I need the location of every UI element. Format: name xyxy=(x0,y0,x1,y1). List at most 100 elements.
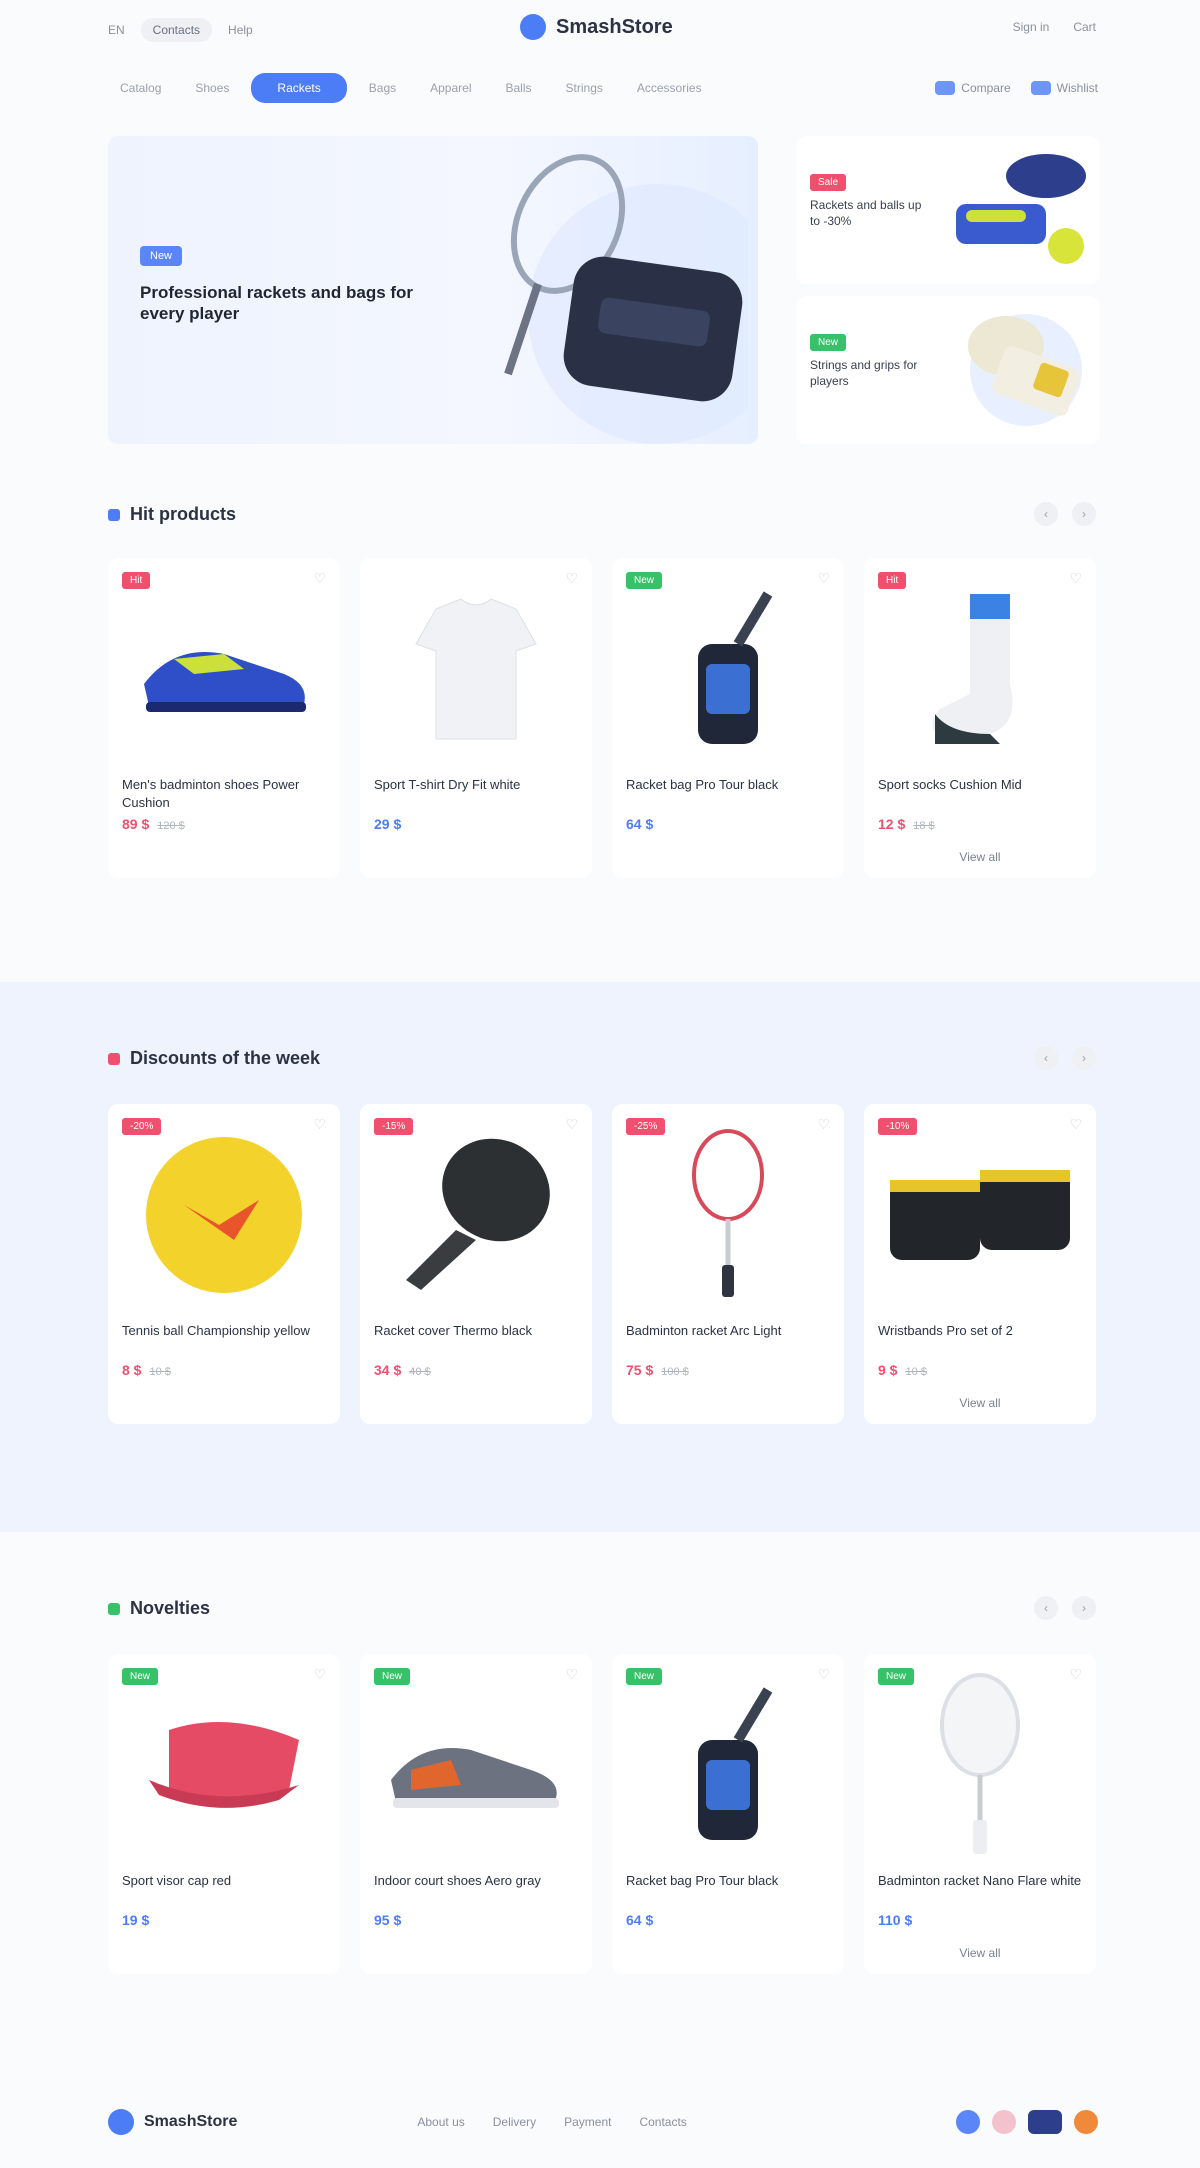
footer-brand[interactable]: SmashStore xyxy=(108,2109,237,2135)
product-name[interactable]: Badminton racket Arc Light xyxy=(626,1322,830,1356)
compare-button[interactable]: Compare xyxy=(935,81,1011,95)
nav-item[interactable]: Rackets xyxy=(251,73,347,103)
section-accent-icon xyxy=(108,508,120,521)
old-price: 40 $ xyxy=(409,1366,431,1378)
section-title: Discounts of the week xyxy=(108,1048,320,1069)
brand-logo[interactable]: SmashStore xyxy=(520,14,673,40)
promo-card-sale[interactable]: Sale Rackets and balls up to -30% xyxy=(796,136,1100,284)
wristband-image xyxy=(878,1130,1082,1300)
product-badge: -20% xyxy=(122,1118,162,1135)
product-card[interactable]: ♡ Sport T-shirt Dry Fit white 29 $ xyxy=(360,558,592,878)
heart-icon[interactable]: ♡ xyxy=(817,1116,830,1133)
product-name[interactable]: Badminton racket Nano Flare white xyxy=(878,1872,1082,1906)
prev-arrow-icon[interactable]: ‹ xyxy=(1034,1046,1058,1070)
product-card[interactable]: -10% ♡ Wristbands Pro set of 2 9 $ 10 $ View … xyxy=(864,1104,1096,1424)
next-arrow-icon[interactable]: › xyxy=(1072,502,1096,526)
product-name[interactable]: Wristbands Pro set of 2 xyxy=(878,1322,1082,1356)
product-card[interactable]: New ♡ Racket bag Pro Tour black 64 $ xyxy=(612,1654,844,1974)
sign-in-link[interactable]: Sign in xyxy=(1013,20,1050,34)
view-all-link[interactable]: View all xyxy=(878,850,1082,864)
top-left-links: EN Contacts Help xyxy=(108,18,253,42)
nav-item[interactable]: Balls xyxy=(494,74,544,102)
product-card[interactable]: Hit ♡ Sport socks Cushion Mid 12 $ 18 $ View … xyxy=(864,558,1096,878)
heart-icon[interactable]: ♡ xyxy=(565,570,578,587)
prev-arrow-icon[interactable]: ‹ xyxy=(1034,1596,1058,1620)
hero-banner[interactable]: New Professional rackets and bags for ev… xyxy=(108,136,758,444)
heart-icon[interactable]: ♡ xyxy=(817,1666,830,1683)
nav-item[interactable]: Accessories xyxy=(625,74,714,102)
price-value: 29 $ xyxy=(374,816,402,832)
heart-icon[interactable]: ♡ xyxy=(313,1666,326,1683)
view-all-link[interactable]: View all xyxy=(878,1396,1082,1410)
heart-icon[interactable]: ♡ xyxy=(565,1116,578,1133)
heart-icon[interactable]: ♡ xyxy=(565,1666,578,1683)
nav-right: Compare Wishlist xyxy=(935,81,1098,95)
product-name[interactable]: Racket cover Thermo black xyxy=(374,1322,578,1356)
product-card[interactable]: -20% ♡ Tennis ball Championship yellow 8 $ 1… xyxy=(108,1104,340,1424)
price-value: 110 $ xyxy=(878,1912,913,1928)
heart-icon xyxy=(1030,81,1051,95)
carousel-arrows: ‹ › xyxy=(1034,1046,1096,1070)
top-right-links: Sign in Cart xyxy=(1013,20,1096,34)
next-arrow-icon[interactable]: › xyxy=(1072,1046,1096,1070)
product-name[interactable]: Indoor court shoes Aero gray xyxy=(374,1872,578,1906)
promo-card-new[interactable]: New Strings and grips for players xyxy=(796,296,1100,444)
heart-icon[interactable]: ♡ xyxy=(817,570,830,587)
product-badge: New xyxy=(626,1668,663,1685)
product-name[interactable]: Racket bag Pro Tour black xyxy=(626,776,830,810)
heart-icon[interactable]: ♡ xyxy=(1069,1116,1082,1133)
instagram-icon[interactable] xyxy=(992,2110,1016,2134)
promo-tag: Sale xyxy=(810,174,847,191)
product-card[interactable]: New ♡ Sport visor cap red 19 $ xyxy=(108,1654,340,1974)
promo-text: Rackets and balls up to -30% xyxy=(810,198,922,228)
product-name[interactable]: Sport socks Cushion Mid xyxy=(878,776,1082,810)
heart-icon[interactable]: ♡ xyxy=(1069,570,1082,587)
vk-icon[interactable] xyxy=(956,2110,980,2134)
product-card[interactable]: New ♡ Badminton racket Nano Flare white 110… xyxy=(864,1654,1096,1974)
price-value: 89 $ xyxy=(122,816,150,832)
product-price: 89 $ 120 $ xyxy=(122,816,326,832)
price-value: 9 $ xyxy=(878,1362,898,1378)
product-badge: New xyxy=(626,572,663,589)
product-price: 110 $ xyxy=(878,1912,1082,1928)
product-name[interactable]: Tennis ball Championship yellow xyxy=(122,1322,326,1356)
racket-cover-image xyxy=(374,1130,578,1300)
heart-icon[interactable]: ♡ xyxy=(313,1116,326,1133)
heart-icon[interactable]: ♡ xyxy=(1069,1666,1082,1683)
product-badge: New xyxy=(374,1668,411,1685)
footer-link-contacts[interactable]: Contacts xyxy=(639,2115,686,2129)
nav-item[interactable]: Apparel xyxy=(418,74,483,102)
product-name[interactable]: Sport visor cap red xyxy=(122,1872,326,1906)
nav-item[interactable]: Strings xyxy=(554,74,615,102)
price-value: 75 $ xyxy=(626,1362,654,1378)
nav-item[interactable]: Bags xyxy=(357,74,408,102)
prev-arrow-icon[interactable]: ‹ xyxy=(1034,502,1058,526)
contacts-link[interactable]: Contacts xyxy=(140,18,213,42)
product-card[interactable]: New ♡ Indoor court shoes Aero gray 95 $ xyxy=(360,1654,592,1974)
heart-icon[interactable]: ♡ xyxy=(313,570,326,587)
price-value: 8 $ xyxy=(122,1362,142,1378)
nav-item[interactable]: Catalog xyxy=(108,74,173,102)
product-card[interactable]: -25% ♡ Badminton racket Arc Light 75 $ 100 $ xyxy=(612,1104,844,1424)
old-price: 18 $ xyxy=(913,820,935,832)
wishlist-button[interactable]: Wishlist xyxy=(1030,81,1098,95)
footer-link-about[interactable]: About us xyxy=(417,2115,464,2129)
product-card[interactable]: Hit ♡ Men's badminton shoes Power Cushion 8… xyxy=(108,558,340,878)
nav-item[interactable]: Shoes xyxy=(183,74,241,102)
product-name[interactable]: Sport T-shirt Dry Fit white xyxy=(374,776,578,810)
product-name[interactable]: Racket bag Pro Tour black xyxy=(626,1872,830,1906)
language-link[interactable]: EN xyxy=(108,23,125,37)
view-all-link[interactable]: View all xyxy=(878,1946,1082,1960)
footer-link-payment[interactable]: Payment xyxy=(564,2115,611,2129)
product-card[interactable]: New ♡ Racket bag Pro Tour black 64 $ xyxy=(612,558,844,878)
cart-link[interactable]: Cart xyxy=(1073,20,1096,34)
help-link[interactable]: Help xyxy=(228,23,253,37)
footer-link-delivery[interactable]: Delivery xyxy=(493,2115,536,2129)
product-card[interactable]: -15% ♡ Racket cover Thermo black 34 $ 40 $ xyxy=(360,1104,592,1424)
wishlist-label: Wishlist xyxy=(1056,81,1098,95)
next-arrow-icon[interactable]: › xyxy=(1072,1596,1096,1620)
product-name[interactable]: Men's badminton shoes Power Cushion xyxy=(122,776,326,810)
footer-brand-name: SmashStore xyxy=(144,2113,238,2130)
price-value: 19 $ xyxy=(122,1912,150,1928)
product-badge: New xyxy=(122,1668,159,1685)
